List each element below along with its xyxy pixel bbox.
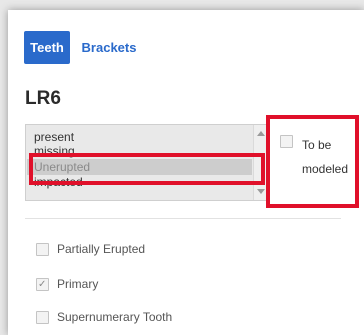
to-be-modeled-checkbox[interactable] (280, 135, 293, 148)
status-option-present[interactable]: present (34, 130, 74, 144)
tab-teeth[interactable]: Teeth (24, 31, 70, 64)
scroll-down-arrow-icon[interactable] (257, 189, 265, 194)
primary-label: Primary (57, 277, 99, 291)
supernumerary-tooth-checkbox[interactable] (36, 311, 49, 324)
primary-checkbox[interactable]: ✓ (36, 278, 49, 291)
scroll-up-arrow-icon[interactable] (257, 131, 265, 136)
to-be-modeled-label: To be modeled (302, 138, 349, 176)
status-option-unerupted[interactable]: Unerupted (34, 160, 90, 174)
partially-erupted-label: Partially Erupted (57, 242, 146, 256)
checkmark-icon: ✓ (38, 279, 47, 290)
divider (25, 218, 341, 219)
status-option-impacted[interactable]: impacted (34, 175, 83, 189)
supernumerary-tooth-label: Supernumerary Tooth (57, 310, 173, 324)
tooth-status-listbox[interactable]: present missing Unerupted impacted (25, 124, 268, 201)
listbox-scrollbar[interactable] (253, 125, 267, 200)
tooth-title: LR6 (25, 88, 61, 109)
tab-brackets[interactable]: Brackets (74, 31, 144, 64)
partially-erupted-checkbox[interactable] (36, 243, 49, 256)
status-option-missing[interactable]: missing (34, 144, 75, 158)
